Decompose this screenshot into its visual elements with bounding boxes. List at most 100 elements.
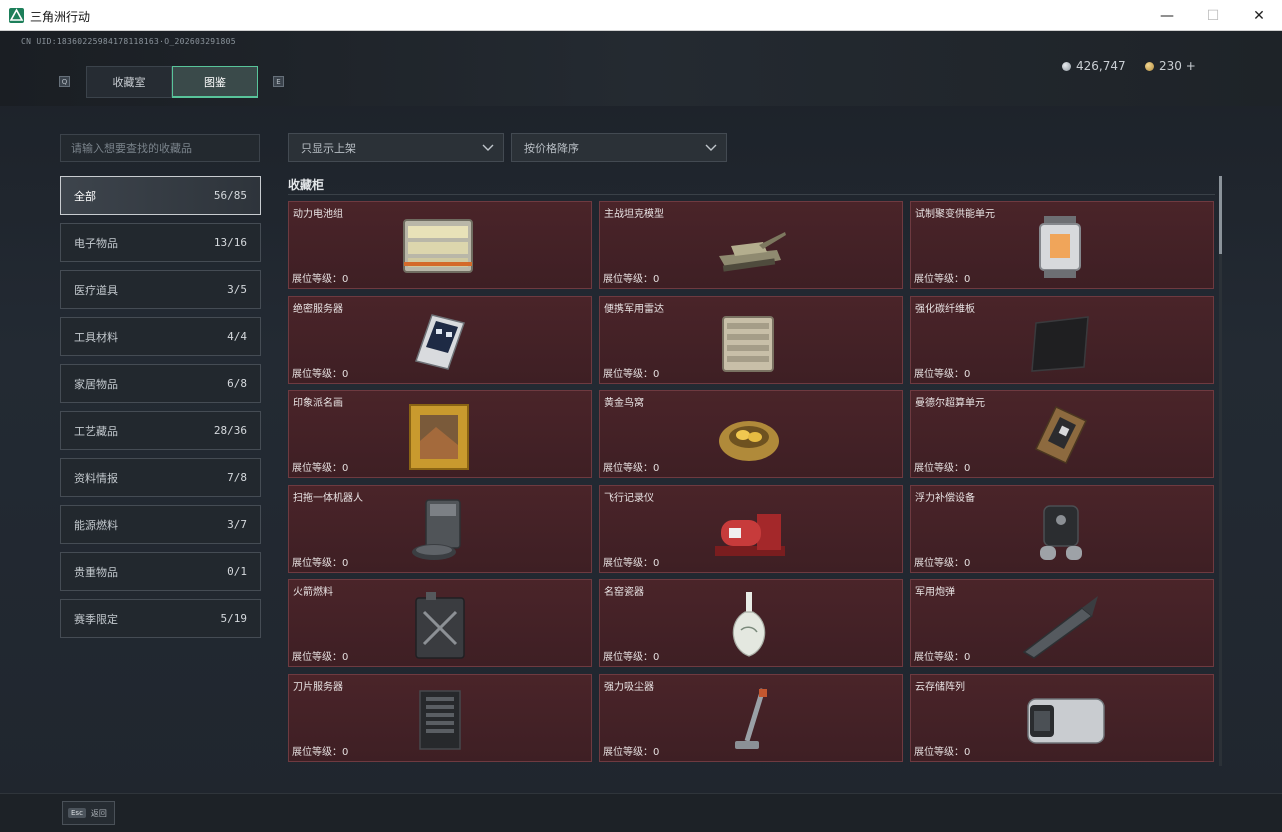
sort-select[interactable]: 按价格降序 [511, 133, 727, 162]
silver-currency: 426,747 [1062, 59, 1126, 73]
gold-amount: 230 + [1159, 59, 1196, 73]
item-grid: 动力电池组 展位等级：0 主战坦克模型 展位等级：0 试制聚变供能单元 展位等级… [288, 201, 1214, 763]
item-card[interactable]: 便携军用雷达 展位等级：0 [599, 295, 903, 384]
vacuum-cleaner-icon [735, 687, 767, 749]
category-crafts[interactable]: 工艺藏品 28/36 [60, 411, 261, 450]
category-tools[interactable]: 工具材料 4/4 [60, 317, 261, 356]
category-valuables[interactable]: 贵重物品 0/1 [60, 552, 261, 591]
item-name: 便携军用雷达 [604, 303, 664, 315]
scrollbar-track[interactable] [1219, 176, 1222, 766]
category-season[interactable]: 赛季限定 5/19 [60, 599, 261, 638]
category-household[interactable]: 家居物品 6/8 [60, 364, 261, 403]
item-card[interactable]: 主战坦克模型 展位等级：0 [599, 201, 903, 289]
tab-bar: 收藏室 图鉴 [86, 66, 258, 98]
close-button[interactable]: ✕ [1236, 0, 1282, 31]
item-level: 展位等级：0 [292, 652, 349, 663]
blade-server-icon [419, 689, 461, 750]
category-count: 56/85 [213, 189, 247, 202]
maximize-button[interactable]: ☐ [1190, 0, 1236, 31]
tab-collection-room[interactable]: 收藏室 [86, 66, 172, 98]
item-name: 试制聚变供能单元 [915, 209, 995, 220]
carbon-plate-icon [1031, 315, 1089, 372]
next-tab-key-hint[interactable]: E [273, 76, 284, 87]
rocket-fuel-icon [415, 592, 465, 659]
item-name: 军用炮弹 [915, 587, 955, 598]
item-name: 名窑瓷器 [604, 587, 644, 598]
item-level: 展位等级：0 [603, 368, 660, 380]
item-level: 展位等级：0 [914, 746, 971, 758]
item-level: 展位等级：0 [292, 463, 349, 474]
mop-robot-icon [412, 498, 461, 560]
item-card[interactable]: 黄金鸟窝 展位等级：0 [599, 390, 903, 478]
chevron-down-icon [482, 144, 494, 151]
gold-currency[interactable]: 230 + [1145, 59, 1196, 73]
item-card[interactable]: 军用炮弹 展位等级：0 [910, 579, 1214, 667]
category-intel[interactable]: 资料情报 7/8 [60, 458, 261, 497]
window-titlebar: 三角洲行动 — ☐ ✕ [0, 0, 1282, 31]
category-count: 3/7 [227, 518, 247, 531]
item-name: 动力电池组 [293, 209, 343, 220]
battery-pack-icon [403, 219, 473, 273]
item-level: 展位等级：0 [292, 368, 349, 380]
item-level: 展位等级：0 [292, 274, 349, 285]
prev-tab-key-hint[interactable]: Q [59, 76, 70, 87]
minimize-button[interactable]: — [1144, 0, 1190, 31]
silver-coin-icon [1062, 61, 1071, 71]
category-electronics[interactable]: 电子物品 13/16 [60, 223, 261, 262]
category-count: 5/19 [220, 612, 248, 625]
section-title: 收藏柜 [288, 178, 325, 192]
item-name: 主战坦克模型 [604, 209, 664, 220]
item-card[interactable]: 飞行记录仪 展位等级：0 [599, 484, 903, 573]
gold-coin-icon [1145, 61, 1154, 71]
category-count: 0/1 [227, 565, 247, 578]
item-card[interactable]: 动力电池组 展位等级：0 [288, 201, 592, 289]
category-all[interactable]: 全部 56/85 [60, 176, 261, 215]
search-input[interactable] [60, 134, 260, 162]
shelf-filter-select[interactable]: 只显示上架 [288, 133, 504, 162]
item-card[interactable]: 火箭燃料 展位等级：0 [288, 579, 592, 667]
chevron-down-icon [705, 144, 717, 151]
item-card[interactable]: 印象派名画 展位等级：0 [288, 390, 592, 478]
section-divider [288, 194, 1215, 195]
item-card[interactable]: 曼德尔超算单元 展位等级：0 [910, 390, 1214, 478]
item-card[interactable]: 浮力补偿设备 展位等级：0 [910, 484, 1214, 573]
back-button[interactable]: Esc 返回 [62, 801, 115, 825]
item-name: 飞行记录仪 [604, 492, 654, 504]
item-level: 展位等级：0 [603, 652, 660, 663]
portable-radar-icon [722, 315, 774, 372]
item-level: 展位等级：0 [603, 557, 660, 569]
item-card[interactable]: 扫拖一体机器人 展位等级：0 [288, 484, 592, 573]
item-card[interactable]: 试制聚变供能单元 展位等级：0 [910, 201, 1214, 289]
item-name: 强力吸尘器 [604, 681, 654, 693]
item-card[interactable]: 云存储阵列 展位等级：0 [910, 673, 1214, 762]
item-card[interactable]: 名窑瓷器 展位等级：0 [599, 579, 903, 667]
item-level: 展位等级：0 [603, 463, 660, 474]
app-logo-icon [9, 8, 24, 23]
item-level: 展位等级：0 [914, 368, 971, 380]
item-level: 展位等级：0 [914, 652, 971, 663]
sort-value: 按价格降序 [524, 141, 579, 155]
bottom-bar [0, 793, 1282, 832]
item-card[interactable]: 强化碳纤维板 展位等级：0 [910, 295, 1214, 384]
category-count: 28/36 [213, 424, 247, 437]
framed-painting-icon [409, 404, 469, 470]
item-card[interactable]: 绝密服务器 展位等级：0 [288, 295, 592, 384]
item-level: 展位等级：0 [603, 274, 660, 285]
item-card[interactable]: 刀片服务器 展位等级：0 [288, 673, 592, 762]
category-count: 13/16 [213, 236, 247, 249]
item-level: 展位等级：0 [914, 463, 971, 474]
item-name: 浮力补偿设备 [915, 492, 975, 504]
category-count: 7/8 [227, 471, 247, 484]
item-name: 强化碳纤维板 [915, 303, 975, 315]
secret-server-icon [415, 313, 465, 370]
porcelain-vase-icon [732, 592, 766, 657]
item-level: 展位等级：0 [292, 746, 349, 758]
tab-catalog[interactable]: 图鉴 [172, 66, 258, 98]
game-viewport: CN UID:18360225984178118163·O_2026032918… [0, 31, 1282, 832]
category-energy[interactable]: 能源燃料 3/7 [60, 505, 261, 544]
scrollbar-thumb[interactable] [1219, 176, 1222, 254]
item-level: 展位等级：0 [292, 557, 349, 569]
category-medical[interactable]: 医疗道具 3/5 [60, 270, 261, 309]
item-name: 印象派名画 [293, 398, 343, 409]
item-card[interactable]: 强力吸尘器 展位等级：0 [599, 673, 903, 762]
